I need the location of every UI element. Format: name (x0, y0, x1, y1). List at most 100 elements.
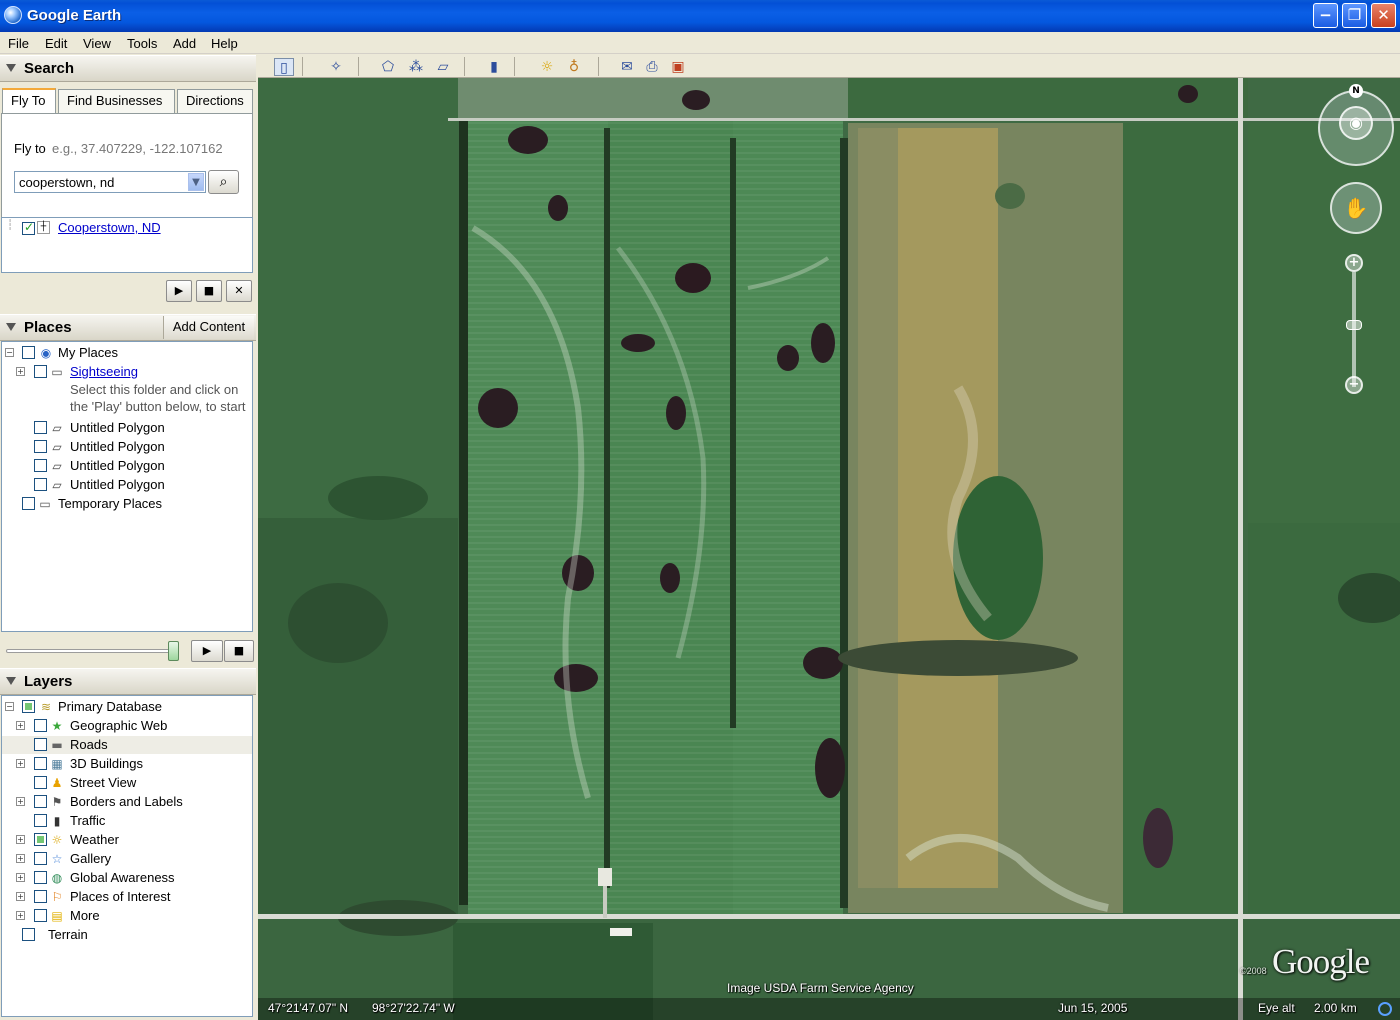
map-view[interactable]: ◉ N ✋ + − Image USDA Farm Service Agency… (258, 78, 1400, 1020)
layer-row[interactable]: + ★ Geographic Web (2, 717, 252, 735)
tree-row-polygon[interactable]: ▱ Untitled Polygon (2, 419, 252, 437)
sightseeing-checkbox[interactable] (34, 365, 47, 378)
layer-checkbox[interactable] (34, 833, 47, 846)
layer-checkbox[interactable] (34, 719, 47, 732)
expand-icon[interactable]: + (16, 721, 25, 730)
look-control[interactable]: ◉ (1318, 90, 1394, 166)
primary-database-checkbox[interactable] (22, 700, 35, 713)
layer-row[interactable]: ▮ Traffic (2, 812, 252, 830)
maps-icon[interactable]: ▣ (668, 58, 688, 76)
tab-directions[interactable]: Directions (177, 89, 253, 113)
layer-checkbox[interactable] (34, 890, 47, 903)
layer-row[interactable]: ♟ Street View (2, 774, 252, 792)
layer-checkbox[interactable] (34, 814, 47, 827)
stop-places-button[interactable]: ■ (224, 640, 254, 662)
layer-checkbox[interactable] (34, 871, 47, 884)
print-icon[interactable]: ⎙ (642, 58, 662, 76)
polygon-checkbox[interactable] (34, 459, 47, 472)
dropdown-chevron-icon[interactable]: ▼ (188, 173, 204, 191)
result-checkbox[interactable] (22, 220, 35, 235)
zoom-slider-handle[interactable] (1346, 320, 1362, 330)
layer-row[interactable]: + ⚑ Borders and Labels (2, 793, 252, 811)
tree-row-polygon[interactable]: ▱ Untitled Polygon (2, 438, 252, 456)
tab-fly-to[interactable]: Fly To (2, 88, 56, 113)
collapse-triangle-icon[interactable] (6, 323, 16, 331)
menu-file[interactable]: File (8, 36, 29, 51)
collapse-triangle-icon[interactable] (6, 677, 16, 685)
tree-row-polygon[interactable]: ▱ Untitled Polygon (2, 476, 252, 494)
expand-icon[interactable]: + (16, 854, 25, 863)
menu-add[interactable]: Add (173, 36, 196, 51)
layer-row[interactable]: + ☼ Weather (2, 831, 252, 849)
fly-to-input[interactable]: cooperstown, nd ▼ (14, 171, 206, 193)
layer-row[interactable]: + ▦ 3D Buildings (2, 755, 252, 773)
collapse-triangle-icon[interactable] (6, 64, 16, 72)
search-panel-header[interactable]: Search (0, 55, 256, 82)
add-content-button[interactable]: Add Content (163, 316, 254, 339)
expand-icon[interactable]: + (16, 367, 25, 376)
image-overlay-icon[interactable]: ▱ (433, 58, 453, 76)
eye-icon[interactable]: ◉ (1339, 106, 1373, 140)
email-icon[interactable]: ✉ (617, 58, 637, 76)
zoom-out-button[interactable]: − (1345, 376, 1363, 394)
layer-row[interactable]: + ◍ Global Awareness (2, 869, 252, 887)
expand-icon[interactable]: + (16, 873, 25, 882)
polygon-tool-icon[interactable]: ⬠ (378, 58, 398, 76)
result-link[interactable]: Cooperstown, ND (58, 220, 161, 235)
my-places-checkbox[interactable] (22, 346, 35, 359)
menu-edit[interactable]: Edit (45, 36, 67, 51)
expand-icon[interactable]: + (16, 892, 25, 901)
layer-row[interactable]: + ▤ More (2, 907, 252, 925)
move-control[interactable]: ✋ (1330, 182, 1382, 234)
maximize-button[interactable]: ❐ (1342, 3, 1367, 28)
layer-checkbox[interactable] (34, 738, 47, 751)
collapse-icon[interactable]: − (5, 348, 14, 357)
terrain-checkbox[interactable] (22, 928, 35, 941)
expand-icon[interactable]: + (16, 797, 25, 806)
layer-row-selected[interactable]: ▬ Roads (2, 736, 252, 754)
layer-checkbox[interactable] (34, 757, 47, 770)
zoom-in-button[interactable]: + (1345, 254, 1363, 272)
layer-row[interactable]: + ☆ Gallery (2, 850, 252, 868)
ruler-icon[interactable]: ▮ (484, 58, 504, 76)
stop-tour-button[interactable]: ■ (196, 280, 222, 302)
sidebar-toggle-icon[interactable]: ▯ (274, 58, 294, 76)
tree-row-my-places[interactable]: − ◉ My Places (2, 344, 252, 362)
menu-help[interactable]: Help (211, 36, 238, 51)
layer-checkbox[interactable] (34, 795, 47, 808)
tree-row-temporary-places[interactable]: ▭ Temporary Places (2, 495, 252, 513)
play-tour-button[interactable]: ▶ (166, 280, 192, 302)
layer-row[interactable]: + ⚐ Places of Interest (2, 888, 252, 906)
expand-icon[interactable]: + (16, 911, 25, 920)
layer-row-terrain[interactable]: Terrain (2, 926, 252, 944)
sightseeing-link[interactable]: Sightseeing (70, 364, 138, 379)
tree-row-sightseeing[interactable]: + ▭ Sightseeing (2, 363, 252, 381)
tour-speed-slider[interactable] (6, 649, 178, 653)
expand-icon[interactable]: + (16, 835, 25, 844)
menu-view[interactable]: View (83, 36, 111, 51)
tab-find-businesses[interactable]: Find Businesses (58, 89, 175, 113)
collapse-icon[interactable]: − (5, 702, 14, 711)
sunlight-icon[interactable]: ☼ (537, 58, 557, 76)
placemark-icon[interactable]: ✧ (326, 58, 346, 76)
expand-icon[interactable]: + (16, 759, 25, 768)
planet-icon[interactable]: ♁ (564, 58, 584, 76)
polygon-checkbox[interactable] (34, 421, 47, 434)
layer-checkbox[interactable] (34, 852, 47, 865)
polygon-checkbox[interactable] (34, 478, 47, 491)
slider-handle[interactable] (168, 641, 179, 661)
search-button[interactable]: ⌕ (208, 170, 239, 194)
layer-checkbox[interactable] (34, 776, 47, 789)
clear-results-button[interactable]: ✕ (226, 280, 252, 302)
north-indicator[interactable]: N (1349, 84, 1363, 98)
path-tool-icon[interactable]: ⁂ (406, 58, 426, 76)
layer-checkbox[interactable] (34, 909, 47, 922)
close-button[interactable]: ✕ (1371, 3, 1396, 28)
play-places-button[interactable]: ▶ (191, 640, 223, 662)
temporary-places-checkbox[interactable] (22, 497, 35, 510)
tree-row-polygon[interactable]: ▱ Untitled Polygon (2, 457, 252, 475)
tree-row-primary-database[interactable]: − ≋ Primary Database (2, 698, 252, 716)
menu-tools[interactable]: Tools (127, 36, 157, 51)
places-panel-header[interactable]: Places Add Content (0, 314, 256, 341)
minimize-button[interactable]: − (1313, 3, 1338, 28)
